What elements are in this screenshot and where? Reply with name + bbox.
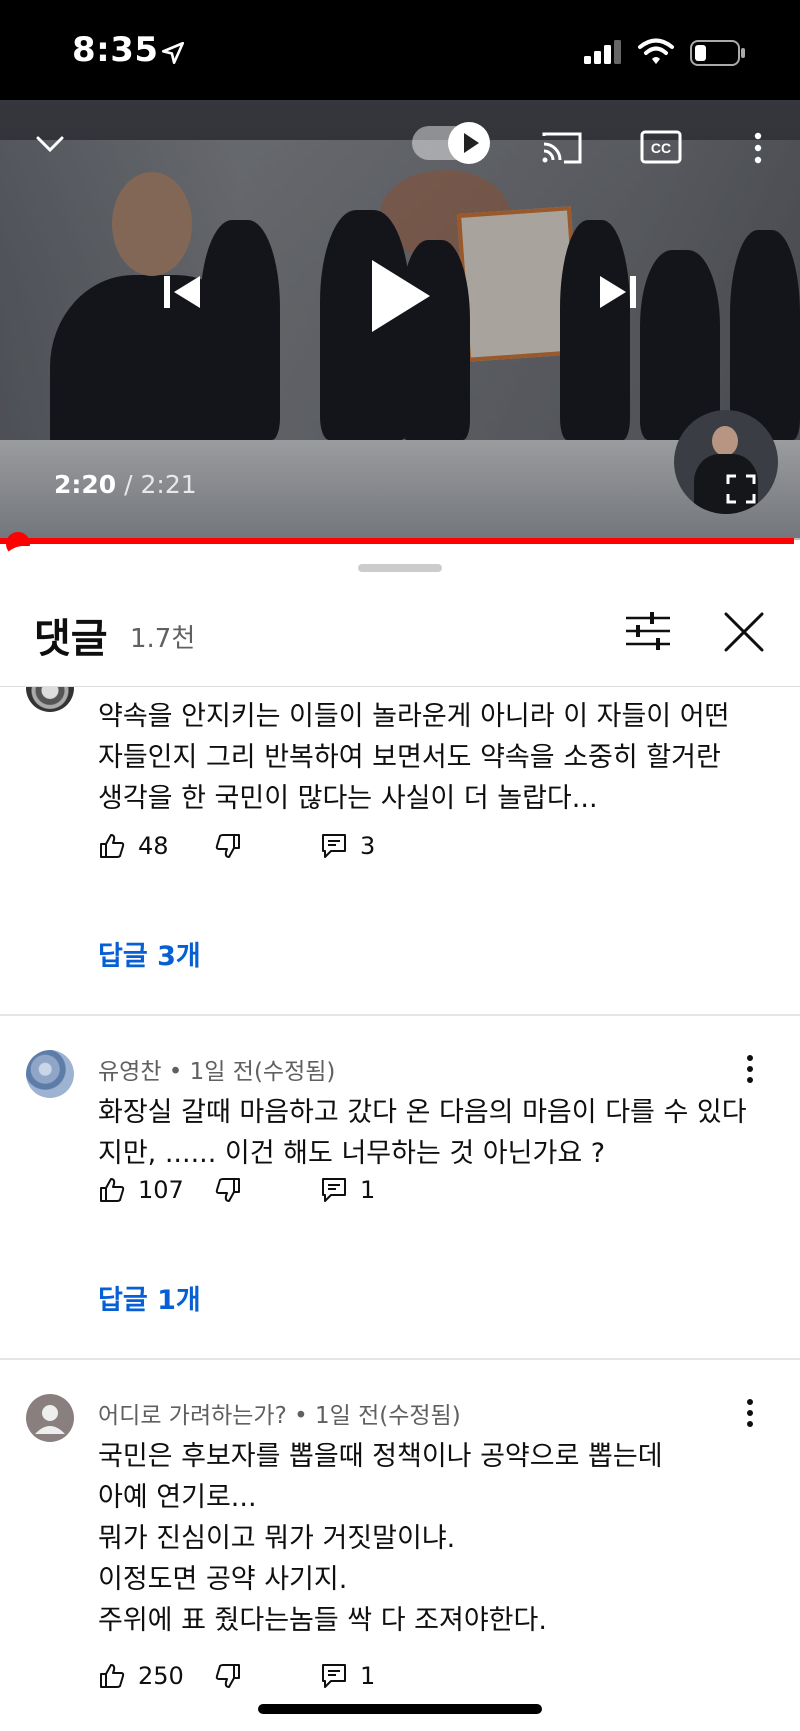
sort-filter-icon[interactable] xyxy=(620,606,676,656)
status-bar: 8:35 xyxy=(0,0,800,100)
reply-button[interactable]: 1 xyxy=(320,1176,375,1204)
close-icon[interactable] xyxy=(716,604,772,660)
thumbs-down-icon xyxy=(215,1178,240,1202)
more-vertical-icon[interactable] xyxy=(750,130,766,166)
view-replies-link[interactable]: 답글 1개 xyxy=(98,1278,201,1317)
comment-actions: 48 3 xyxy=(98,832,698,872)
comment-author[interactable]: 유영찬 xyxy=(98,1059,161,1085)
svg-text:CC: CC xyxy=(651,140,671,156)
comment-more-icon[interactable] xyxy=(736,1394,764,1434)
comment-more-icon[interactable] xyxy=(736,1050,764,1090)
comments-count: 1.7천 xyxy=(130,624,196,654)
comment-time: • 1일 전(수정됨) xyxy=(168,1059,336,1085)
like-count: 250 xyxy=(138,1662,184,1690)
reply-count: 1 xyxy=(360,1662,376,1690)
collapse-chevron-icon[interactable] xyxy=(32,126,68,162)
status-time: 8:35 xyxy=(72,30,159,70)
comment-author[interactable]: 어디로 가려하는가? xyxy=(98,1403,287,1429)
video-progress-bar[interactable] xyxy=(0,538,800,544)
reply-button[interactable]: 3 xyxy=(320,832,375,860)
dislike-button[interactable] xyxy=(214,1176,254,1204)
duration: / 2:21 xyxy=(116,470,197,499)
thumbs-up-icon xyxy=(100,1664,125,1688)
comment-reply-icon xyxy=(322,834,346,858)
dislike-button[interactable] xyxy=(214,832,254,860)
comment-text: 국민은 후보자를 뽑을때 정책이나 공약으로 뽑는데 아예 연기로... 뭐가 … xyxy=(98,1441,663,1636)
thumbs-up-icon xyxy=(100,834,125,858)
drag-handle[interactable] xyxy=(358,564,442,572)
captions-icon[interactable]: CC xyxy=(640,130,682,164)
comment-time: • 1일 전(수정됨) xyxy=(294,1403,461,1429)
comments-sheet: 약속을 안지키는 이들이 놀라운게 아니라 이 자들이 어떤 자들인지 그리 반… xyxy=(0,546,800,1731)
comments-title: 댓글 xyxy=(34,616,108,662)
comment-reply-icon xyxy=(322,1664,346,1688)
thumbs-up-icon xyxy=(100,1178,125,1202)
default-avatar-icon xyxy=(35,1405,65,1434)
comment-actions: 107 1 xyxy=(98,1176,698,1216)
comments-list[interactable]: 약속을 안지키는 이들이 놀라운게 아니라 이 자들이 어떤 자들인지 그리 반… xyxy=(0,546,800,1731)
comments-header: 댓글 1.7천 xyxy=(0,546,800,687)
thumbs-down-icon xyxy=(215,1664,240,1688)
comment-actions: 250 1 xyxy=(98,1662,698,1702)
like-count: 107 xyxy=(138,1176,184,1204)
avatar[interactable] xyxy=(26,1050,74,1098)
cast-icon[interactable] xyxy=(540,130,584,166)
video-time: 2:20 / 2:21 xyxy=(54,470,197,499)
reply-count: 1 xyxy=(360,1176,376,1204)
like-button[interactable]: 250 xyxy=(98,1662,184,1690)
comment-text: 화장실 갈때 마음하고 갔다 온 다음의 마음이 다를 수 있다 지만, ...… xyxy=(98,1097,747,1169)
fullscreen-icon[interactable] xyxy=(726,474,756,504)
autoplay-toggle[interactable] xyxy=(412,122,490,164)
reply-button[interactable]: 1 xyxy=(320,1662,375,1690)
thumbs-down-icon xyxy=(215,834,240,858)
video-player[interactable]: CC 2:20 / 2:21 xyxy=(0,100,800,540)
previous-track-icon[interactable] xyxy=(160,270,204,314)
comment-item: 어디로 가려하는가? • 1일 전(수정됨) 국민은 후보자를 뽑을때 정책이나… xyxy=(0,1358,800,1731)
current-time: 2:20 xyxy=(54,470,117,499)
location-arrow-icon xyxy=(161,41,185,65)
next-track-icon[interactable] xyxy=(596,270,640,314)
comment-meta: 어디로 가려하는가? • 1일 전(수정됨) xyxy=(98,1396,461,1430)
like-button[interactable]: 48 xyxy=(98,832,169,860)
avatar[interactable] xyxy=(26,1394,74,1442)
view-replies-link[interactable]: 답글 3개 xyxy=(98,934,201,973)
like-count: 48 xyxy=(138,832,169,860)
reply-count: 3 xyxy=(360,832,376,860)
dislike-button[interactable] xyxy=(214,1662,254,1690)
play-icon[interactable] xyxy=(366,256,436,336)
battery-icon xyxy=(690,40,745,66)
comment-reply-icon xyxy=(322,1178,346,1202)
like-button[interactable]: 107 xyxy=(98,1176,184,1204)
play-icon xyxy=(464,133,479,153)
video-progress-fill xyxy=(0,538,795,544)
home-indicator[interactable] xyxy=(258,1704,542,1714)
comment-item: 유영찬 • 1일 전(수정됨) 화장실 갈때 마음하고 갔다 온 다음의 마음이… xyxy=(0,1014,800,1360)
cellular-signal-icon xyxy=(584,40,621,64)
comment-text: 약속을 안지키는 이들이 놀라운게 아니라 이 자들이 어떤 자들인지 그리 반… xyxy=(98,701,730,814)
wifi-icon xyxy=(638,38,674,64)
comment-meta: 유영찬 • 1일 전(수정됨) xyxy=(98,1052,335,1086)
